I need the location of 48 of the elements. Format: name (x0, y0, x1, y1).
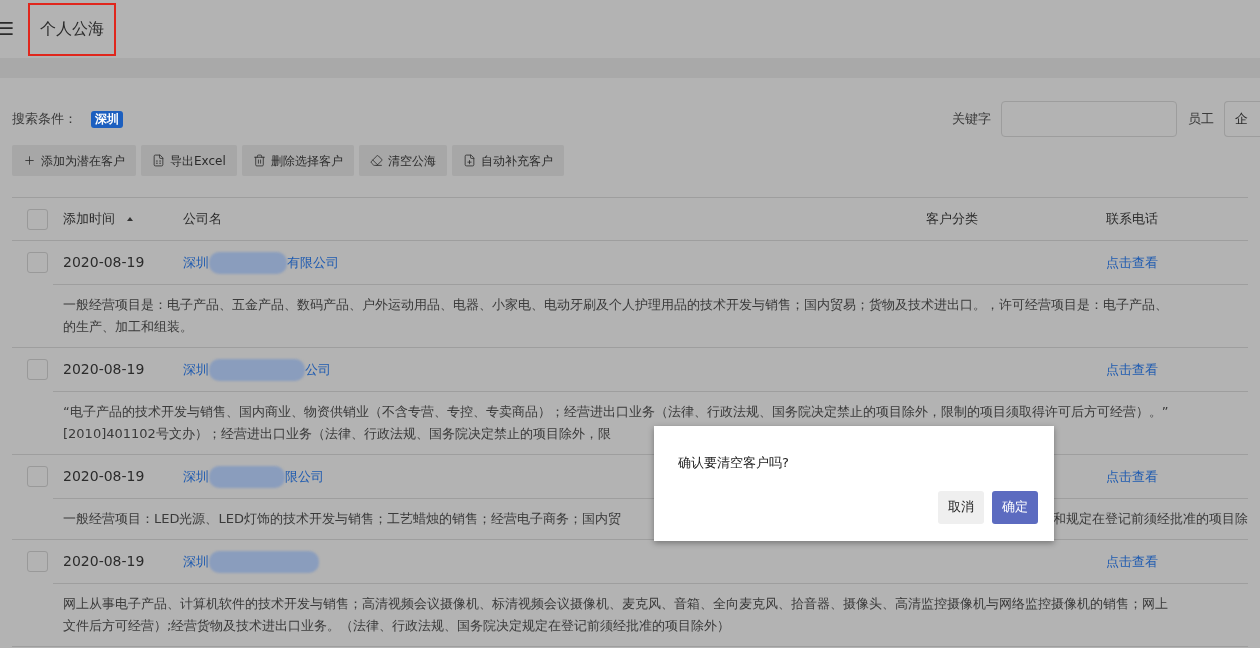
employee-select[interactable]: 企 (1224, 101, 1260, 137)
column-header: 联系电话 (1106, 211, 1158, 227)
menu-icon[interactable]: ☰ (0, 20, 14, 38)
date-cell: 2020-08-19 (63, 254, 145, 270)
checkbox[interactable] (27, 208, 48, 230)
filter-tag[interactable]: 深圳 (91, 110, 123, 128)
business-scope-text: 一般经营项目是：电子产品、五金产品、数码产品、户外运动用品、电器、小家电、电动牙刷及个人护理用品的技术开发与销售；国内贸易；货物及技术进出口。，许可经营项目是：电子产品、 (63, 296, 1168, 314)
company-link[interactable]: 深圳 (183, 550, 319, 573)
add-icon (23, 154, 36, 167)
view-phone-link[interactable]: 点击查看 (1106, 361, 1158, 377)
checkbox[interactable] (27, 551, 48, 572)
business-scope-text: [2010]401102号文办）；经营进出口业务（法律、行政法规、国务院决定禁止的项目除外，限 (63, 425, 611, 443)
business-scope-text: 的生产、加工和组装。 (63, 318, 193, 336)
cancel-button[interactable]: 取消 (938, 490, 984, 524)
company-link[interactable]: 深圳 公司 (183, 358, 331, 381)
company-link[interactable]: 深圳 限公司 (183, 465, 324, 488)
view-phone-link[interactable]: 点击查看 (1106, 553, 1158, 569)
import-icon (462, 154, 476, 167)
company-link[interactable]: 深圳 有限公司 (183, 251, 339, 274)
toolbar-button[interactable]: 删除选择客户 (241, 145, 354, 176)
column-header: 公司名 (183, 211, 222, 227)
toolbar-button[interactable]: 自动补充客户 (451, 145, 564, 176)
toolbar-button[interactable]: 添加为潜在客户 (12, 145, 136, 176)
confirm-button[interactable]: 确定 (992, 490, 1038, 524)
date-cell: 2020-08-19 (63, 553, 145, 569)
toolbar-button[interactable]: 清空公海 (358, 145, 447, 176)
business-scope-text: “电子产品的技术开发与销售、国内商业、物资供销业（不含专营、专控、专卖商品）；经营进出口业务（法律、行政法规、国务院决定禁止的项目除外，限制的项目须取得许可后方可经营）。” (63, 403, 1169, 421)
column-header: 客户分类 (926, 211, 978, 227)
sort-icon[interactable] (127, 217, 133, 221)
view-phone-link[interactable]: 点击查看 (1106, 254, 1158, 270)
date-cell: 2020-08-19 (63, 361, 145, 377)
checkbox[interactable] (27, 252, 48, 273)
view-phone-link[interactable]: 点击查看 (1106, 468, 1158, 484)
filter-label: 搜索条件： (12, 110, 77, 129)
business-scope-text: 和规定在登记前须经批准的项目除 (1053, 510, 1248, 528)
column-header[interactable]: 添加时间 (63, 209, 115, 229)
business-scope-text: 一般经营项目：LED光源、LED灯饰的技术开发与销售；工艺蜡烛的销售；经营电子商务；国内贸 (63, 510, 621, 528)
date-cell: 2020-08-19 (63, 468, 145, 484)
business-scope-text: 文件后方可经营）;经营货物及技术进出口业务。（法律、行政法规、国务院决定规定在登记前须经批准的项目除外） (63, 617, 731, 635)
employee-label: 员工 (1188, 110, 1214, 129)
toolbar-button[interactable]: 导出Excel (141, 145, 237, 176)
checkbox[interactable] (27, 466, 48, 487)
keyword-label: 关键字 (952, 110, 991, 129)
dialog-message: 确认要清空客户吗? (678, 454, 790, 472)
checkbox[interactable] (27, 359, 48, 380)
business-scope-text: 网上从事电子产品、计算机软件的技术开发与销售；高清视频会议摄像机、标清视频会议摄像机、麦克风、音箱、全向麦克风、拾音器、摄像头、高清监控摄像机与网络监控摄像机的销售；网上 (63, 595, 1168, 613)
delete-icon (252, 154, 266, 167)
page-title: 个人公海 (28, 2, 116, 56)
